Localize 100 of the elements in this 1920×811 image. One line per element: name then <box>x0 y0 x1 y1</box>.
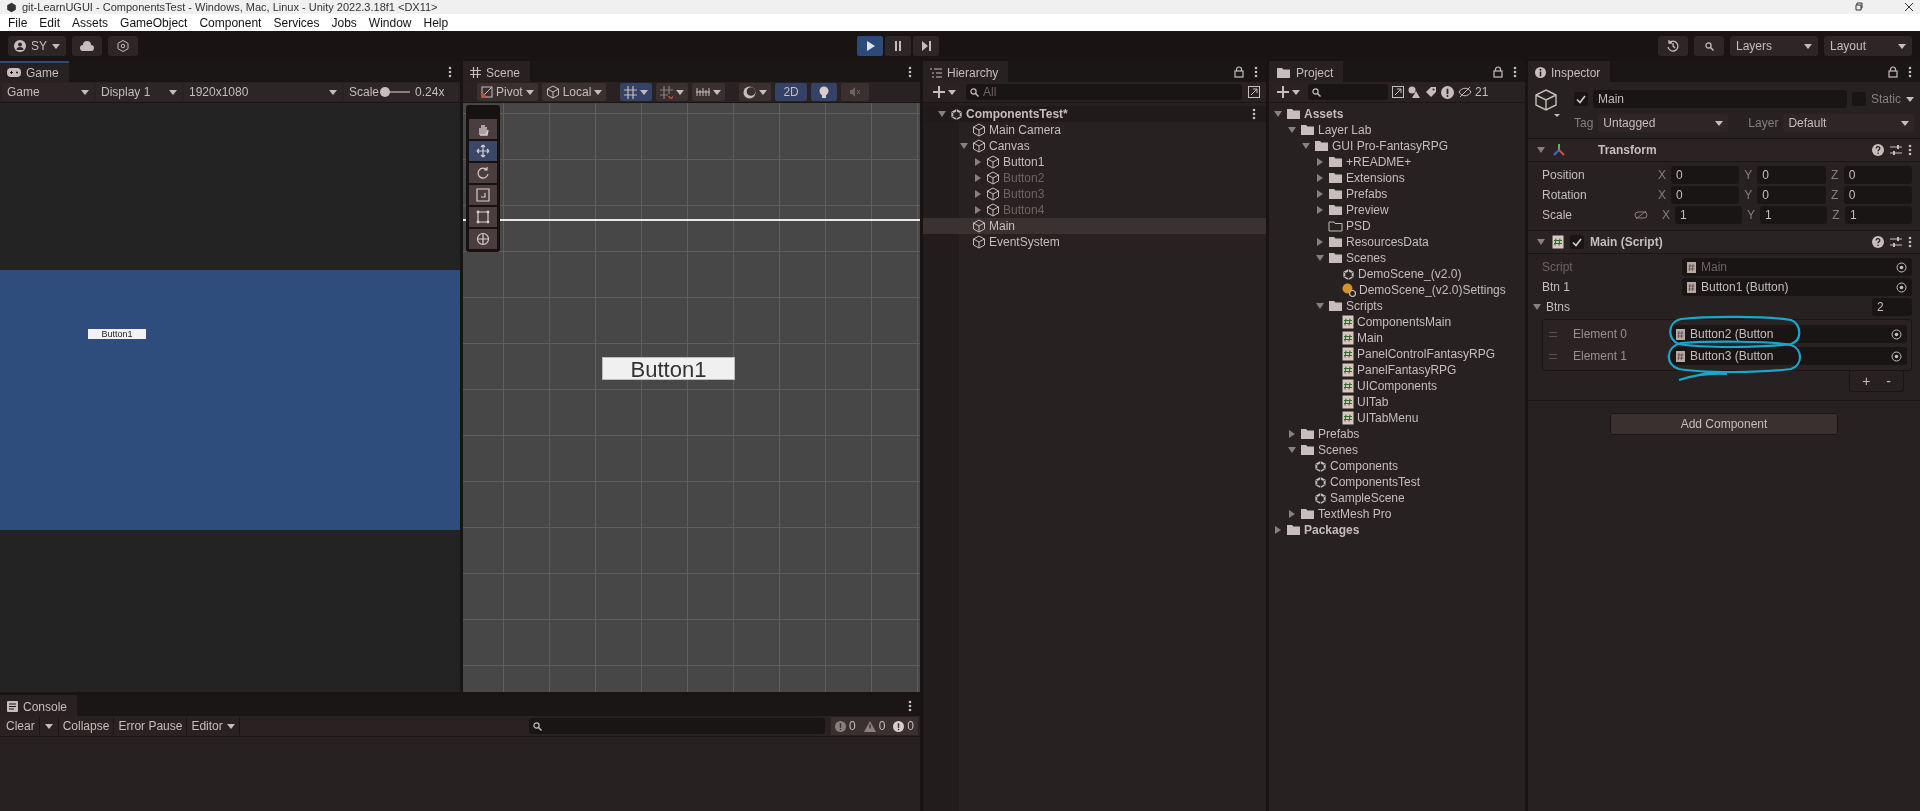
warning-icon[interactable] <box>1441 85 1454 99</box>
hidden-packages-toggle[interactable]: 21 <box>1458 83 1489 101</box>
expand-arrow-icon[interactable] <box>1315 237 1325 247</box>
project-search-field[interactable] <box>1308 84 1388 100</box>
play-button[interactable] <box>857 36 883 56</box>
hand-tool[interactable] <box>469 119 497 139</box>
expand-arrow-icon[interactable] <box>973 157 983 167</box>
project-item[interactable]: DemoScene_(v2.0) <box>1269 266 1525 282</box>
project-item[interactable]: Components <box>1269 458 1525 474</box>
expand-arrow-icon[interactable] <box>937 109 947 119</box>
add-element-button[interactable]: + <box>1860 373 1873 389</box>
project-item[interactable]: Prefabs <box>1269 426 1525 442</box>
project-item[interactable]: DemoScene_(v2.0)Settings <box>1269 282 1525 298</box>
expand-arrow-icon[interactable] <box>1532 302 1542 312</box>
more-icon[interactable] <box>1908 144 1912 156</box>
move-tool[interactable] <box>469 141 497 161</box>
project-item[interactable]: PanelFantasyRPG <box>1269 362 1525 378</box>
expand-arrow-icon[interactable] <box>1287 445 1297 455</box>
view-dropdown[interactable]: Game <box>2 83 94 101</box>
increment-snap-button[interactable] <box>656 83 689 101</box>
expand-arrow-icon[interactable] <box>1536 237 1546 247</box>
hierarchy-item[interactable]: Main Camera <box>923 122 1266 138</box>
step-button[interactable] <box>913 36 939 56</box>
hierarchy-item[interactable]: Canvas <box>923 138 1266 154</box>
menu-item[interactable]: File <box>2 15 34 30</box>
console-button[interactable]: Clear <box>2 717 40 735</box>
project-item[interactable]: +README+ <box>1269 154 1525 170</box>
local-dropdown[interactable]: Local <box>541 83 607 101</box>
expand-arrow-icon[interactable] <box>1273 109 1283 119</box>
number-field[interactable]: 0 <box>1843 166 1912 184</box>
expand-arrow-icon[interactable] <box>1287 429 1297 439</box>
close-icon[interactable] <box>1904 2 1914 12</box>
console-button[interactable]: Error Pause <box>114 717 188 735</box>
project-item[interactable]: Scripts <box>1269 298 1525 314</box>
resolution-dropdown[interactable]: 1920x1080 <box>184 83 342 101</box>
add-component-button[interactable]: Add Component <box>1610 413 1838 435</box>
scene-tab[interactable]: Scene <box>463 61 531 82</box>
console-button[interactable]: Editor <box>187 717 240 735</box>
count-field[interactable]: 2 <box>1872 298 1912 316</box>
project-item[interactable]: PSD <box>1269 218 1525 234</box>
console-search-field[interactable] <box>528 718 825 734</box>
object-picker-icon[interactable] <box>1896 281 1907 293</box>
cloud-button[interactable] <box>72 36 102 56</box>
menu-item[interactable]: Window <box>362 15 418 30</box>
error-count[interactable]: 0 <box>889 717 918 735</box>
menu-item[interactable]: Assets <box>66 15 115 30</box>
transform-tool[interactable] <box>469 229 497 249</box>
number-field[interactable]: 0 <box>1757 166 1826 184</box>
search-button[interactable] <box>1694 36 1724 56</box>
object-field[interactable]: Button1 (Button) <box>1682 278 1912 296</box>
number-field[interactable]: 0 <box>1843 186 1912 204</box>
expand-arrow-icon[interactable] <box>1315 157 1325 167</box>
slider-thumb[interactable] <box>380 87 391 97</box>
drag-handle-icon[interactable] <box>1549 331 1557 337</box>
expand-arrow-icon[interactable] <box>1301 141 1311 151</box>
scene-button[interactable]: Button1 <box>602 357 735 380</box>
rect-tool[interactable] <box>469 207 497 227</box>
warning-count[interactable]: 0 <box>859 717 890 735</box>
menu-item[interactable]: Edit <box>33 15 67 30</box>
project-item[interactable]: ComponentsTest <box>1269 474 1525 490</box>
project-tab[interactable]: Project <box>1269 61 1344 82</box>
number-field[interactable]: 0 <box>1671 166 1740 184</box>
project-item[interactable]: ComponentsMain <box>1269 314 1525 330</box>
console-button[interactable]: Collapse <box>58 717 115 735</box>
expand-arrow-icon[interactable] <box>1315 253 1325 263</box>
hierarchy-item[interactable]: Button1 <box>923 154 1266 170</box>
presets-icon[interactable] <box>1890 236 1902 248</box>
project-item[interactable]: Preview <box>1269 202 1525 218</box>
history-button[interactable] <box>1658 36 1688 56</box>
help-icon[interactable] <box>1872 236 1884 248</box>
more-icon[interactable] <box>448 65 452 78</box>
number-field[interactable]: 1 <box>1845 206 1912 224</box>
object-picker-icon[interactable] <box>1891 328 1902 340</box>
rotate-tool[interactable] <box>469 163 497 183</box>
expand-arrow-icon[interactable] <box>1536 145 1546 155</box>
expand-arrow-icon[interactable] <box>1315 173 1325 183</box>
project-item[interactable]: Extensions <box>1269 170 1525 186</box>
menu-item[interactable]: Component <box>193 15 268 30</box>
more-icon[interactable] <box>1252 108 1256 120</box>
expand-arrow-icon[interactable] <box>1287 125 1297 135</box>
account-dropdown[interactable]: SY <box>8 36 66 56</box>
lighting-toggle[interactable] <box>810 83 837 101</box>
menu-item[interactable]: Help <box>417 15 455 30</box>
more-icon[interactable] <box>908 65 912 78</box>
more-icon[interactable] <box>1254 65 1258 78</box>
tag-dropdown[interactable]: Untagged <box>1598 114 1729 132</box>
expand-arrow-icon[interactable] <box>1315 301 1325 311</box>
settings-button[interactable] <box>108 36 138 56</box>
menu-item[interactable]: Services <box>267 15 326 30</box>
project-item[interactable]: Layer Lab <box>1269 122 1525 138</box>
hierarchy-item[interactable]: EventSystem <box>923 234 1266 250</box>
menu-item[interactable]: GameObject <box>114 15 194 30</box>
project-item[interactable]: UITabMenu <box>1269 410 1525 426</box>
expand-arrow-icon[interactable] <box>1315 189 1325 199</box>
more-icon[interactable] <box>908 699 912 712</box>
project-item[interactable]: TextMesh Pro <box>1269 506 1525 522</box>
project-item[interactable]: UITab <box>1269 394 1525 410</box>
project-item[interactable]: PanelControlFantasyRPG <box>1269 346 1525 362</box>
remove-element-button[interactable]: - <box>1884 373 1893 389</box>
menu-item[interactable]: Jobs <box>325 15 363 30</box>
